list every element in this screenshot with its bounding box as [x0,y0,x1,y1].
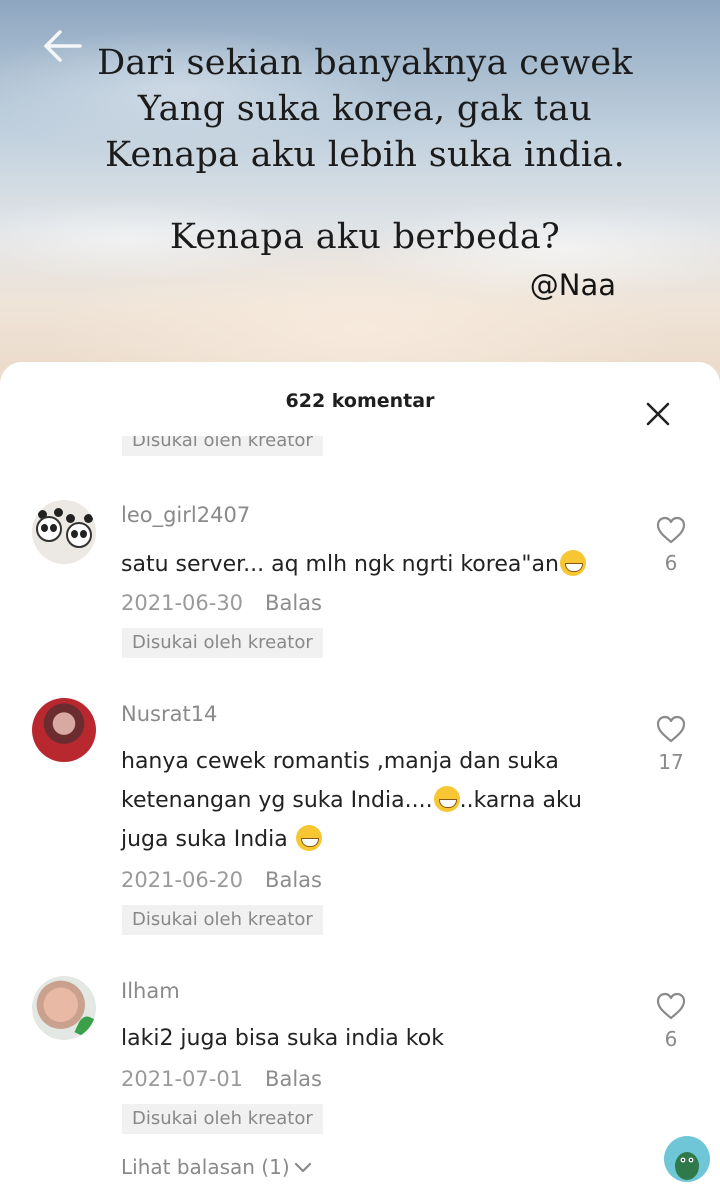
character-icon [675,1152,699,1180]
close-icon[interactable] [645,401,671,427]
creator-liked-badge-text: Disukai oleh kreator [122,436,323,456]
comment-username[interactable]: Ilham [121,979,180,1003]
reply-button[interactable]: Balas [265,1067,322,1091]
reply-button[interactable]: Balas [265,868,322,892]
like-count: 6 [664,551,678,575]
comment-date: 2021-06-20 [121,868,244,892]
creator-liked-badge: Disukai oleh kreator [122,905,323,935]
post-text-line: Kenapa aku lebih suka india. [104,135,626,175]
comment-meta: 2021-06-20 Balas [121,868,322,892]
creator-liked-badge-partial: Disukai oleh kreator [122,436,338,458]
comment-meta: 2021-07-01 Balas [121,1067,322,1091]
comment-date: 2021-06-30 [121,591,244,615]
chevron-down-icon [294,1162,311,1173]
comment-username[interactable]: leo_girl2407 [121,503,250,527]
comment-date: 2021-07-01 [121,1067,244,1091]
avatar[interactable] [32,698,96,762]
comments-count-title: 622 komentar [285,390,435,412]
comment-text: laki2 juga bisa suka india kok [121,1026,444,1051]
comment-username[interactable]: Nusrat14 [121,702,217,726]
avatar[interactable] [32,500,96,564]
like-count: 6 [664,1027,678,1051]
grinning-face-icon [559,550,586,576]
comment-text: hanya cewek romantis ,manja dan suka ket… [121,742,621,859]
creator-liked-badge: Disukai oleh kreator [122,1104,323,1134]
post-author: @Naa [529,268,616,302]
creator-liked-badge: Disukai oleh kreator [122,628,323,658]
comment-text-line: ketenangan yg suka India.... ..karna aku [121,781,621,820]
comment-text: satu server... aq mlh ngk ngrti korea"an [121,545,621,584]
like-count: 17 [658,750,684,774]
post-text-line: Yang suka korea, gak tau [137,89,593,129]
comment-text-line: juga suka India [121,820,621,859]
grinning-sweat-icon [295,825,322,851]
comment-text-segment: juga suka India [121,827,295,852]
grinning-face-icon [433,786,460,812]
view-replies-label: Lihat balasan (1) [121,1155,290,1179]
post-text-line: Kenapa aku berbeda? [169,217,561,257]
reply-button[interactable]: Balas [265,591,322,615]
comment-text-segment: ketenangan yg suka India.... [121,788,433,813]
heart-icon[interactable] [655,714,687,744]
comment-text-line: hanya cewek romantis ,manja dan suka [121,749,559,774]
comment-meta: 2021-06-30 Balas [121,591,322,615]
view-replies-button[interactable]: Lihat balasan (1) [121,1155,312,1179]
heart-icon[interactable] [655,515,687,545]
comment-text-segment: satu server... aq mlh ngk ngrti korea"an [121,552,559,577]
floating-avatar[interactable] [664,1136,710,1182]
comment-text-segment: ..karna aku [459,788,582,813]
post-text-line: Dari sekian banyaknya cewek [97,43,633,83]
heart-icon[interactable] [655,991,687,1021]
avatar[interactable] [32,976,96,1040]
